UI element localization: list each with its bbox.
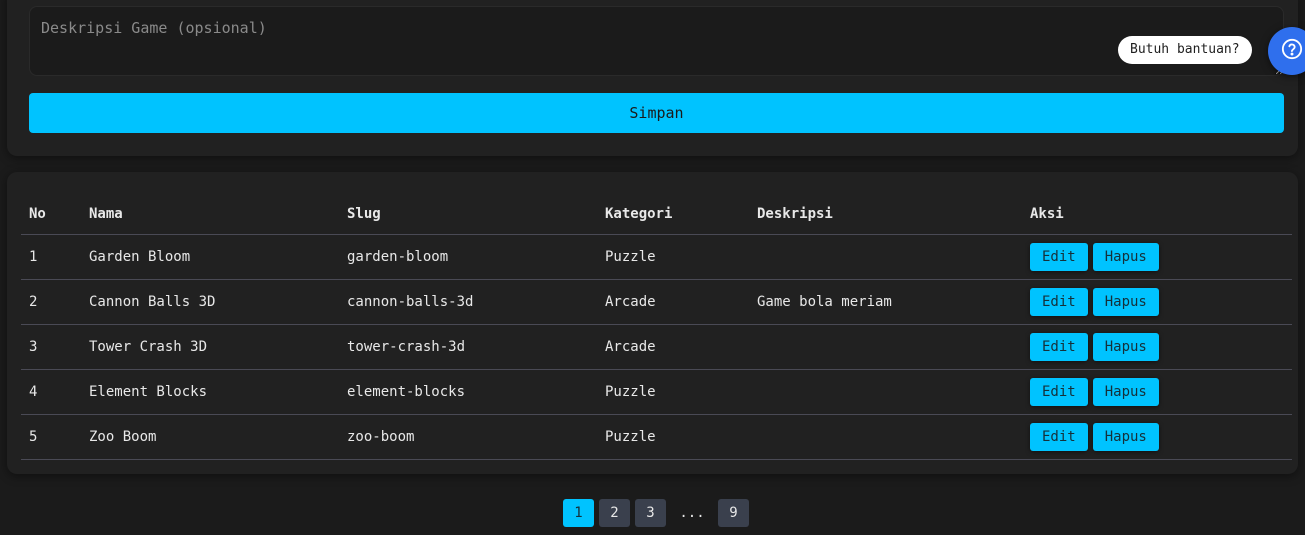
table-row: 3 Tower Crash 3D tower-crash-3d Arcade E… [21,324,1292,370]
games-table: No Nama Slug Kategori Deskripsi Aksi 1 G… [21,194,1292,460]
cell-slug: tower-crash-3d [339,324,597,370]
edit-button[interactable]: Edit [1030,242,1088,271]
question-circle-icon [1281,38,1303,64]
cell-no: 5 [21,414,81,460]
cell-actions: Edit Hapus [1022,324,1292,370]
cell-slug: element-blocks [339,369,597,415]
cell-name: Tower Crash 3D [81,324,339,370]
page-button-2[interactable]: 2 [599,499,630,527]
cell-category: Arcade [597,324,749,370]
cell-description [749,324,1022,370]
cell-name: Garden Bloom [81,234,339,280]
header-no: No [21,194,81,235]
header-category: Kategori [597,194,749,235]
table-row: 4 Element Blocks element-blocks Puzzle E… [21,369,1292,415]
page-button-3[interactable]: 3 [635,499,666,527]
header-name: Nama [81,194,339,235]
edit-button[interactable]: Edit [1030,377,1088,406]
cell-category: Puzzle [597,414,749,460]
cell-actions: Edit Hapus [1022,414,1292,460]
cell-description: Game bola meriam [749,279,1022,325]
table-row: 1 Garden Bloom garden-bloom Puzzle Edit H… [21,234,1292,280]
table-row: 5 Zoo Boom zoo-boom Puzzle Edit Hapus [21,414,1292,460]
table-header-row: No Nama Slug Kategori Deskripsi Aksi [21,194,1292,235]
description-textarea[interactable] [29,6,1284,76]
pagination: 1 2 3 ... 9 [563,499,749,527]
cell-no: 2 [21,279,81,325]
cell-category: Puzzle [597,234,749,280]
help-tooltip: Butuh bantuan? [1118,36,1252,64]
cell-actions: Edit Hapus [1022,234,1292,280]
header-actions: Aksi [1022,194,1292,235]
delete-button[interactable]: Hapus [1092,422,1159,451]
header-description: Deskripsi [749,194,1022,235]
page-button-1[interactable]: 1 [563,499,594,527]
header-slug: Slug [339,194,597,235]
cell-description [749,414,1022,460]
cell-name: Element Blocks [81,369,339,415]
cell-no: 4 [21,369,81,415]
delete-button[interactable]: Hapus [1092,377,1159,406]
delete-button[interactable]: Hapus [1092,332,1159,361]
cell-slug: garden-bloom [339,234,597,280]
table-row: 2 Cannon Balls 3D cannon-balls-3d Arcade… [21,279,1292,325]
delete-button[interactable]: Hapus [1092,287,1159,316]
edit-button[interactable]: Edit [1030,422,1088,451]
cell-name: Zoo Boom [81,414,339,460]
cell-actions: Edit Hapus [1022,279,1292,325]
delete-button[interactable]: Hapus [1092,242,1159,271]
edit-button[interactable]: Edit [1030,287,1088,316]
save-button[interactable]: Simpan [29,93,1284,133]
cell-category: Arcade [597,279,749,325]
cell-actions: Edit Hapus [1022,369,1292,415]
page-button-last[interactable]: 9 [718,499,749,527]
cell-slug: zoo-boom [339,414,597,460]
cell-name: Cannon Balls 3D [81,279,339,325]
cell-no: 3 [21,324,81,370]
edit-button[interactable]: Edit [1030,332,1088,361]
cell-description [749,369,1022,415]
cell-description [749,234,1022,280]
pagination-ellipsis: ... [679,505,705,521]
cell-no: 1 [21,234,81,280]
cell-category: Puzzle [597,369,749,415]
cell-slug: cannon-balls-3d [339,279,597,325]
